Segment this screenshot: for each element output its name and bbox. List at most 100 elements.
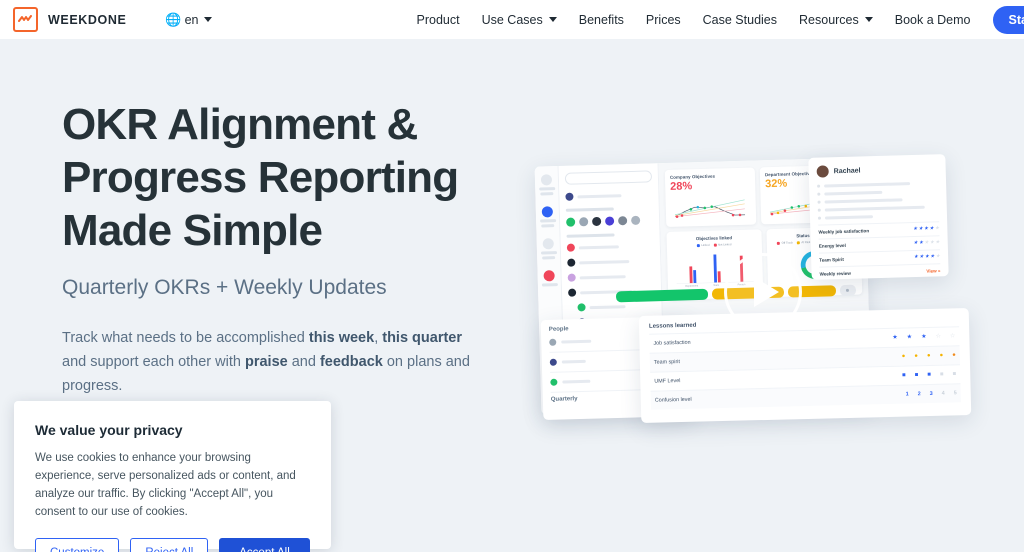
- body-emphasis: feedback: [319, 354, 383, 370]
- rating-label: Energy level: [818, 242, 846, 249]
- user-name: Rachael: [833, 166, 861, 175]
- scale-number[interactable]: 5: [954, 390, 957, 396]
- accept-all-button[interactable]: Accept All: [219, 538, 310, 552]
- brand-name: WEEKDONE: [48, 12, 127, 27]
- scale-number[interactable]: 4: [942, 391, 945, 397]
- search-input[interactable]: [564, 170, 653, 185]
- reject-all-button[interactable]: Reject All: [130, 538, 209, 552]
- sparkline-chart: [674, 199, 746, 218]
- body-emphasis: this week: [308, 330, 375, 346]
- scale-number[interactable]: 3: [930, 391, 933, 397]
- user-header: Rachael: [816, 162, 938, 178]
- nav-label: Benefits: [578, 12, 624, 27]
- scale-number[interactable]: 2: [918, 391, 921, 397]
- site-header: WEEKDONE 🌐 en Product Use Cases Benefits…: [0, 0, 1024, 39]
- body-emphasis: this quarter: [382, 330, 463, 346]
- review-icon: [542, 238, 554, 250]
- rating-scale[interactable]: ● ● ● ● ●: [902, 352, 956, 359]
- body-text: and support each other with: [62, 354, 245, 370]
- cookie-title: We value your privacy: [35, 422, 183, 438]
- star-rating: ★ ★ ★ ★ ★: [912, 225, 940, 233]
- hero-subtitle: Quarterly OKRs + Weekly Updates: [62, 276, 387, 299]
- nav-item-case-studies[interactable]: Case Studies: [703, 13, 777, 27]
- objectives-icon: [541, 206, 554, 218]
- play-triangle-icon: [753, 277, 779, 307]
- scale-number[interactable]: 1: [906, 391, 909, 397]
- chevron-down-icon: [548, 17, 557, 22]
- title-line-2: Progress Reporting: [62, 153, 459, 202]
- star-rating: ★ ★ ★ ★ ★: [913, 253, 941, 261]
- body-text: and: [287, 354, 320, 370]
- nav-item-book-a-demo[interactable]: Book a Demo: [895, 13, 971, 27]
- avatar-group: [566, 215, 653, 227]
- language-label: en: [184, 12, 199, 27]
- nav-label: Book a Demo: [894, 12, 971, 27]
- nav-label: Case Studies: [702, 12, 778, 27]
- row-label: Job satisfaction: [653, 339, 691, 347]
- avatar: [816, 165, 829, 178]
- nav-item-prices[interactable]: Prices: [646, 13, 681, 27]
- chevron-down-icon: [864, 17, 873, 22]
- language-selector[interactable]: 🌐 en: [165, 12, 212, 27]
- progress-segment-empty: [839, 284, 857, 297]
- nav-label: Resources: [799, 12, 859, 27]
- weekly-review-row[interactable]: Weekly review View »: [819, 263, 941, 280]
- main-nav: Product Use Cases Benefits Prices Case S…: [417, 5, 1024, 34]
- review-text-lines: [817, 181, 939, 220]
- list-item[interactable]: [567, 256, 654, 267]
- nav-label: Prices: [645, 12, 681, 27]
- brand-logo[interactable]: WEEKDONE: [13, 7, 126, 32]
- nav-item-resources[interactable]: Resources: [799, 13, 873, 27]
- nav-label: Product: [416, 12, 460, 27]
- rating-label: Team Spirit: [819, 256, 844, 263]
- axis-tick: Department: [685, 284, 698, 287]
- rail-item-weekly-check-ins[interactable]: [538, 174, 555, 196]
- start-for-free-button[interactable]: Start for free: [992, 5, 1024, 34]
- title-line-3: Made Simple: [62, 206, 323, 255]
- newsfeed-icon: [543, 270, 555, 282]
- body-emphasis: praise: [244, 354, 288, 370]
- axis-tick: Team: [713, 284, 719, 287]
- list-item[interactable]: [567, 271, 655, 282]
- landing-page: WEEKDONE 🌐 en Product Use Cases Benefits…: [0, 0, 1024, 552]
- metric-value: 28%: [670, 180, 693, 193]
- row-label: Confusion level: [654, 396, 692, 404]
- globe-icon: 🌐: [165, 12, 182, 27]
- metric-card-company: Company Objectives 28%: [664, 167, 757, 228]
- star-rating: ★ ★ ★ ★ ★: [913, 239, 940, 247]
- nav-label: Use Cases: [481, 12, 543, 27]
- body-text: Track what needs to be accomplished: [62, 330, 309, 346]
- chevron-down-icon: [203, 17, 212, 22]
- list-item[interactable]: [566, 241, 654, 252]
- rachael-review-panel: Rachael Weekly job satisfaction ★ ★ ★ ★ ★ En…: [808, 154, 949, 280]
- rail-item-weekly-reviews[interactable]: [540, 238, 557, 260]
- rail-item-quarterly-objectives[interactable]: [539, 206, 556, 228]
- nav-item-benefits[interactable]: Benefits: [579, 13, 624, 27]
- list-item[interactable]: [565, 190, 652, 201]
- customize-button[interactable]: Customize: [35, 538, 120, 552]
- review-label: Weekly review: [819, 270, 851, 277]
- nav-item-use-cases[interactable]: Use Cases: [482, 13, 557, 27]
- lessons-learned-panel: Lessons learned Job satisfaction ★ ★ ★ ☆ ☆ T…: [638, 307, 972, 424]
- view-link[interactable]: View »: [926, 268, 940, 273]
- rating-scale[interactable]: 1 2 3 4 5: [906, 390, 957, 397]
- rating-label: Weekly job satisfaction: [818, 228, 870, 235]
- rail-item-newsfeed[interactable]: [541, 270, 558, 287]
- hero-body-copy: Track what needs to be accomplished this…: [62, 326, 487, 398]
- chart-zigzag-icon: [13, 7, 38, 32]
- cookie-body: We use cookies to enhance your browsing …: [35, 452, 296, 518]
- play-video-button[interactable]: [724, 253, 802, 331]
- product-screenshot-collage[interactable]: Company Objectives 28% Department Object…: [528, 140, 998, 430]
- hero-section: OKR Alignment & Progress Reporting Made …: [62, 98, 532, 398]
- cookie-consent-dialog: We value your privacy We use cookies to …: [14, 401, 331, 552]
- rating-scale[interactable]: ★ ★ ★ ☆ ☆: [892, 333, 955, 341]
- list-item[interactable]: [577, 301, 655, 312]
- row-label: UMF Level: [654, 378, 681, 385]
- nav-item-product[interactable]: Product: [417, 13, 460, 27]
- rating-scale[interactable]: ■ ■ ■ ■ ■: [902, 371, 956, 378]
- panel-title: Objectives linked: [695, 235, 733, 242]
- check-in-icon: [540, 174, 553, 186]
- row-label: Team spirit: [653, 359, 681, 366]
- cookie-button-row: Customize Reject All Accept All: [35, 538, 310, 552]
- page-title: OKR Alignment & Progress Reporting Made …: [62, 98, 532, 257]
